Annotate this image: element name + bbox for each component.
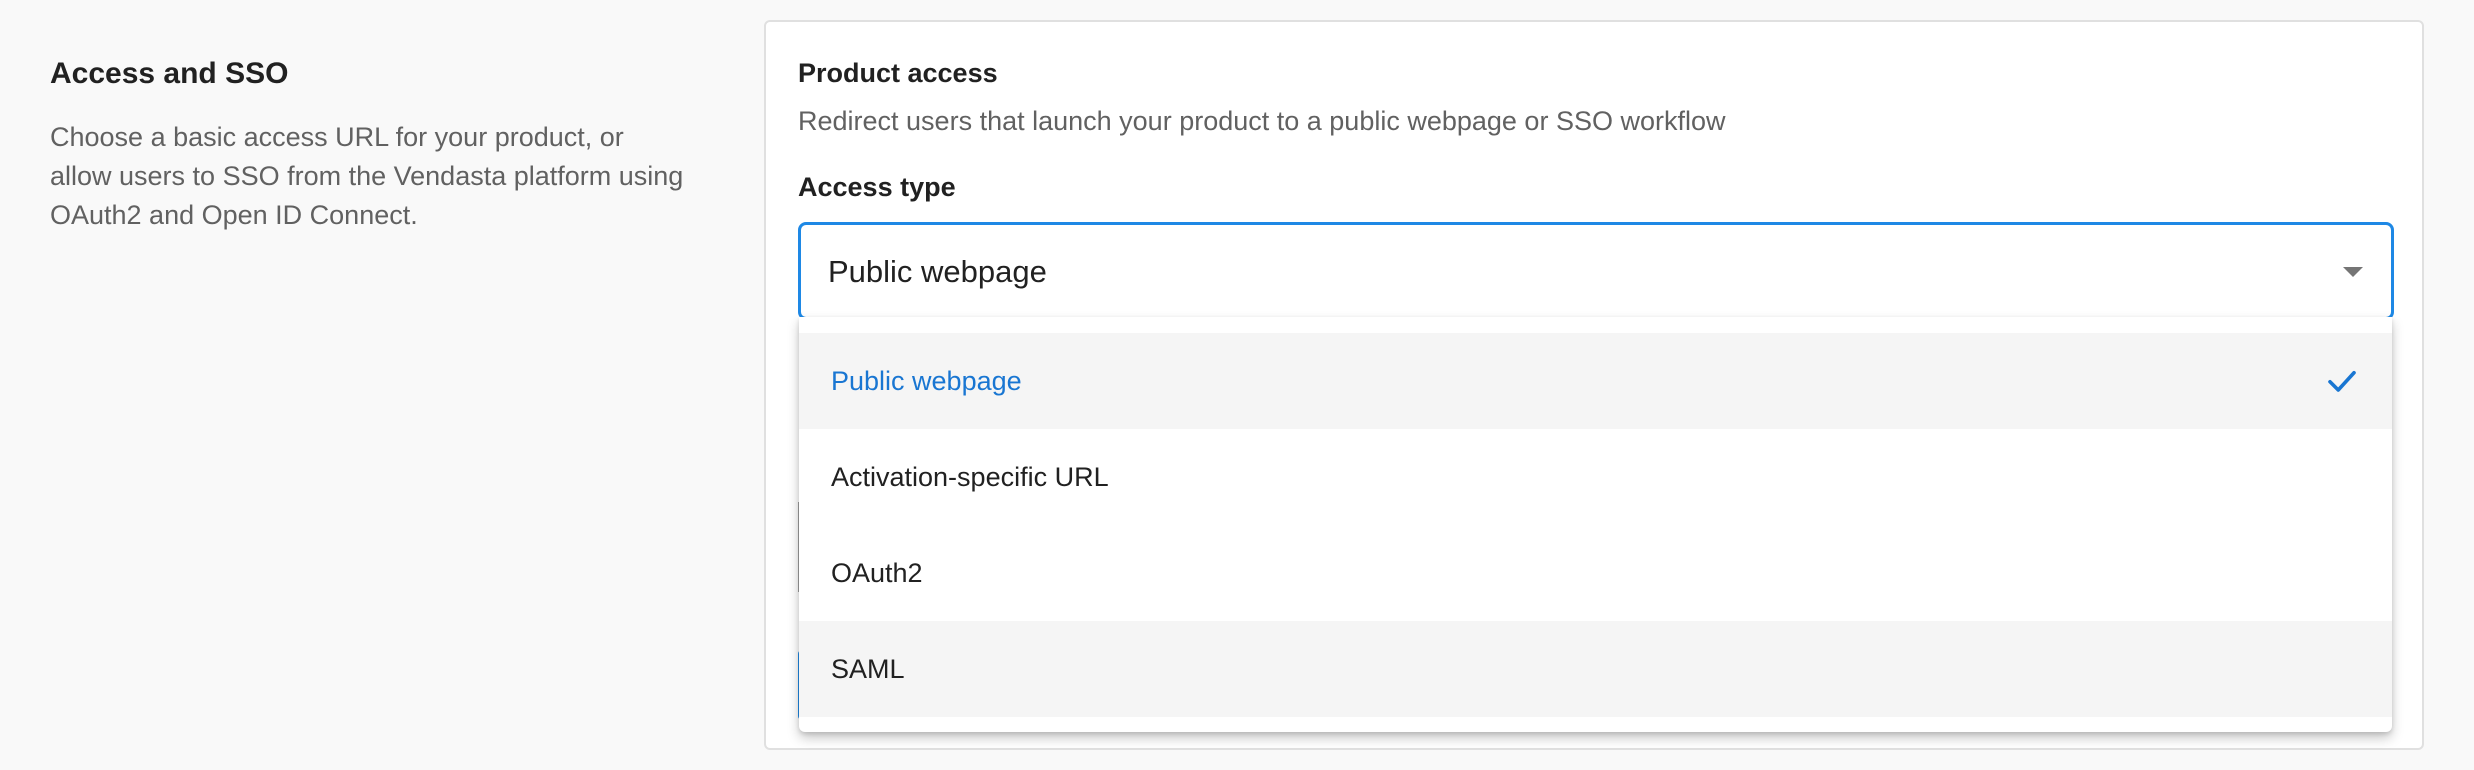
option-label: Public webpage bbox=[831, 365, 1022, 396]
card-title: Product access bbox=[798, 58, 998, 88]
access-type-select[interactable]: Public webpage bbox=[798, 222, 2394, 320]
card-subtitle: Redirect users that launch your product … bbox=[798, 106, 1726, 136]
access-type-label: Access type bbox=[798, 172, 956, 202]
access-type-dropdown-panel: Public webpage Activation-specific URL O… bbox=[799, 317, 2392, 732]
option-activation-specific-url[interactable]: Activation-specific URL bbox=[799, 429, 2392, 525]
option-label: Activation-specific URL bbox=[831, 461, 1109, 492]
access-type-selected-value: Public webpage bbox=[828, 254, 1047, 289]
caret-down-icon bbox=[2343, 267, 2363, 277]
option-label: SAML bbox=[831, 653, 905, 684]
section-title: Access and SSO bbox=[50, 57, 289, 90]
section-info: Access and SSO Choose a basic access URL… bbox=[50, 52, 690, 235]
option-oauth2[interactable]: OAuth2 bbox=[799, 525, 2392, 621]
section-description: Choose a basic access URL for your produ… bbox=[50, 122, 684, 230]
option-saml[interactable]: SAML bbox=[799, 621, 2392, 717]
option-public-webpage[interactable]: Public webpage bbox=[799, 333, 2392, 429]
option-label: OAuth2 bbox=[831, 557, 923, 588]
check-icon bbox=[2328, 370, 2356, 392]
